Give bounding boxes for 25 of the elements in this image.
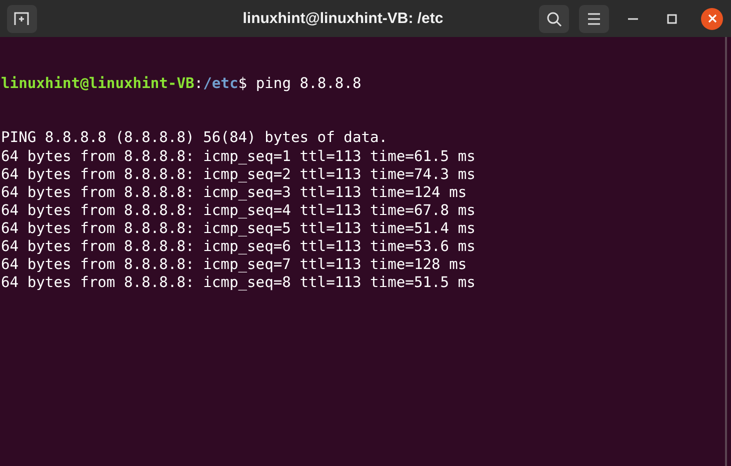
new-tab-button[interactable] bbox=[7, 4, 37, 32]
output-line: 64 bytes from 8.8.8.8: icmp_seq=5 ttl=113 time=51.4 ms bbox=[1, 220, 476, 238]
search-icon bbox=[546, 10, 562, 26]
output-line: PING 8.8.8.8 (8.8.8.8) 56(84) bytes of data. bbox=[1, 129, 389, 148]
output-line: 64 bytes from 8.8.8.8: icmp_seq=1 ttl=113 time=61.5 ms bbox=[1, 148, 476, 166]
close-icon bbox=[708, 14, 716, 23]
prompt-user-host: linuxhint@linuxhint-VB bbox=[1, 75, 194, 92]
menu-button[interactable] bbox=[579, 4, 609, 32]
output-line: 64 bytes from 8.8.8.8: icmp_seq=8 ttl=113 time=51.5 ms bbox=[1, 274, 476, 292]
output-line: 64 bytes from 8.8.8.8: icmp_seq=6 ttl=113 time=53.6 ms bbox=[1, 238, 476, 256]
output-line: 64 bytes from 8.8.8.8: icmp_seq=3 ttl=113 time=124 ms bbox=[1, 184, 468, 202]
window-title: linuxhint@linuxhint-VB: /etc bbox=[242, 10, 444, 27]
scroll-bar[interactable] bbox=[725, 37, 727, 466]
output-line: 64 bytes from 8.8.8.8: icmp_seq=7 ttl=113 time=128 ms bbox=[1, 256, 468, 274]
minimize-icon bbox=[628, 18, 638, 20]
prompt-separator: : bbox=[194, 75, 204, 92]
menu-icon bbox=[587, 12, 601, 24]
close-button[interactable] bbox=[701, 8, 723, 30]
output-line: 64 bytes from 8.8.8.8: icmp_seq=4 ttl=113 time=67.8 ms bbox=[1, 202, 476, 220]
output-line: 64 bytes from 8.8.8.8: icmp_seq=2 ttl=113 time=74.3 ms bbox=[1, 166, 476, 184]
prompt-command: $ ping 8.8.8.8 bbox=[238, 75, 362, 92]
search-button[interactable] bbox=[539, 4, 569, 32]
new-tab-icon bbox=[14, 12, 30, 26]
prompt-path: /etc bbox=[203, 75, 238, 92]
maximize-icon bbox=[667, 14, 677, 24]
